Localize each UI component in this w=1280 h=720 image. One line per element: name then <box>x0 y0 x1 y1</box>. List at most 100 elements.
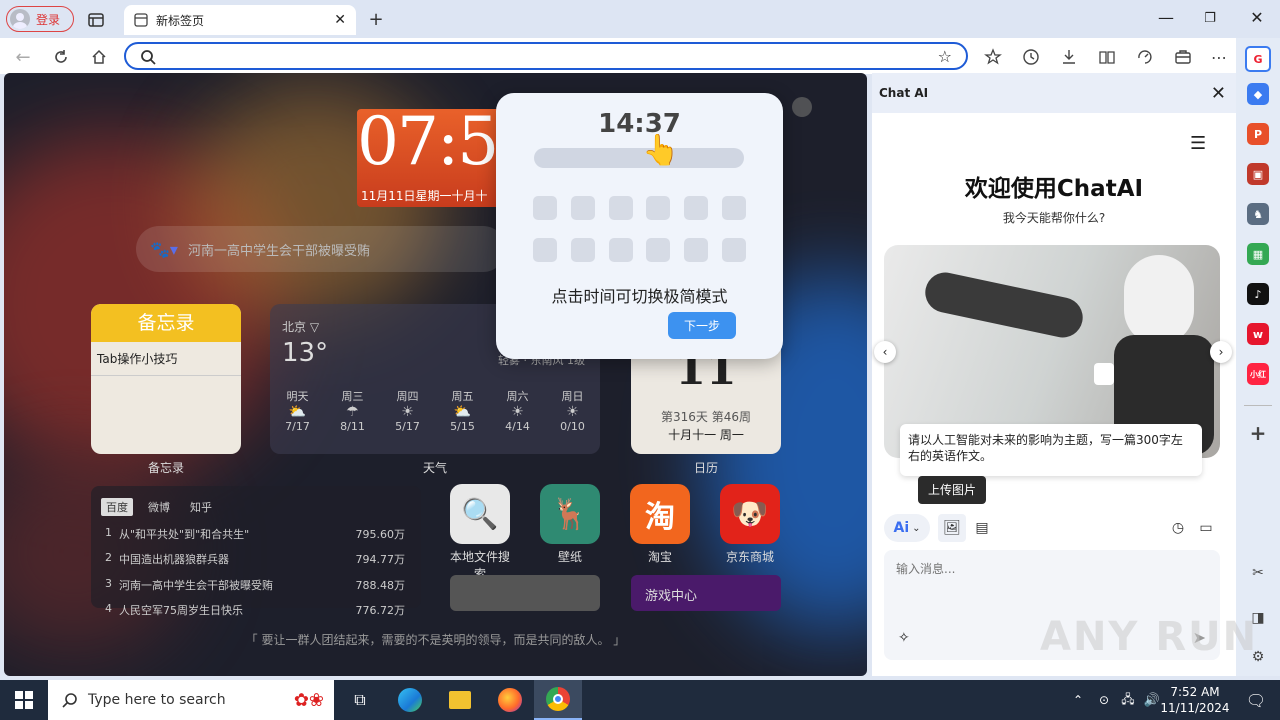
news-tab-baidu[interactable]: 百度 <box>101 498 133 516</box>
new-chat-icon[interactable]: ▭ <box>1194 514 1218 542</box>
new-tab-plus-icon[interactable]: + <box>366 9 386 30</box>
settings-toggle-icon[interactable] <box>792 97 812 117</box>
taskbar-search-box[interactable]: Type here to search ✿❀ <box>48 680 334 720</box>
favorites-icon[interactable] <box>982 46 1004 68</box>
apps-grid-icon[interactable]: ▦ <box>1247 243 1269 265</box>
powerpoint-icon[interactable]: P <box>1247 123 1269 145</box>
memo-widget[interactable]: 备忘录 Tab操作小技巧 <box>91 304 241 454</box>
home-search-box[interactable]: 🐾▾ 河南一高中学生会干部被曝受贿 <box>136 226 506 272</box>
back-icon[interactable]: ← <box>12 46 34 68</box>
chat-title: 欢迎使用ChatAI <box>964 176 1144 202</box>
message-input[interactable] <box>896 560 1196 610</box>
clock-widget[interactable]: 07:52 11月11日星期一十月十 <box>357 103 539 207</box>
address-input[interactable] <box>162 47 922 65</box>
right-sidebar: G ◆ P ▣ ♞ ▦ ♪ w 小红 + ✂ ◨ ⚙ <box>1236 38 1280 676</box>
placeholder-tile <box>571 196 595 220</box>
screenshot-icon[interactable]: ✂ <box>1247 562 1269 584</box>
toolbox-red-icon[interactable]: ▣ <box>1247 163 1269 185</box>
tiktok-icon[interactable]: ♪ <box>1247 283 1269 305</box>
performance-icon[interactable] <box>1134 46 1156 68</box>
document-icon[interactable]: ▤ <box>970 514 994 542</box>
app-wallpaper[interactable]: 🦌 壁纸 <box>540 484 600 565</box>
weibo-icon[interactable]: w <box>1247 323 1269 345</box>
profile-button[interactable]: 登录 <box>6 6 74 32</box>
home-search-text[interactable]: 河南一高中学生会干部被曝受贿 <box>188 240 370 259</box>
weather-city[interactable]: 北京 ▽ <box>282 318 319 335</box>
add-sidebar-item-icon[interactable]: + <box>1247 421 1269 445</box>
search-icon <box>62 693 77 708</box>
maximize-button[interactable]: ❐ <box>1190 11 1230 26</box>
weather-temp: 13° <box>282 338 329 368</box>
chrome-icon[interactable] <box>534 680 582 720</box>
memo-item[interactable]: Tab操作小技巧 <box>91 342 241 376</box>
placeholder-tile <box>609 238 633 262</box>
tab-actions-icon[interactable] <box>86 10 106 30</box>
news-tab-weibo[interactable]: 微博 <box>143 498 175 516</box>
thumbnail-image[interactable] <box>450 575 600 611</box>
model-select[interactable]: Ai ⌄ <box>884 514 930 542</box>
sun-icon: ☀ <box>401 404 414 420</box>
placeholder-tile <box>684 238 708 262</box>
watermark-text: ANY RUN <box>1040 614 1259 660</box>
windows-taskbar: Type here to search ✿❀ ⧉ ⌃ ⊙ 🖧 🔊 7:52 AM… <box>0 680 1280 720</box>
tray-chevron-up-icon[interactable]: ⌃ <box>1066 680 1090 720</box>
news-row[interactable]: 2 中国造出机器狼群兵器 794.77万 <box>105 551 405 567</box>
suggested-prompt[interactable]: 请以人工智能对未来的影响为主题，写一篇300字左右的英语作文。 <box>900 424 1202 476</box>
reload-icon[interactable] <box>50 46 72 68</box>
chat-close-icon[interactable]: ✕ <box>1211 83 1226 104</box>
network-icon[interactable]: 🖧 <box>1116 680 1140 720</box>
home-icon[interactable] <box>88 46 110 68</box>
chess-icon[interactable]: ♞ <box>1247 203 1269 225</box>
tray-app-icon[interactable]: ⊙ <box>1092 680 1116 720</box>
weather-label: 天气 <box>422 461 447 475</box>
shopping-tag-icon[interactable]: ◆ <box>1247 83 1269 105</box>
edge-icon[interactable] <box>386 680 434 720</box>
jd-dog-icon: 🐶 <box>720 484 780 544</box>
chat-menu-icon[interactable]: ☰ <box>1190 133 1206 154</box>
chat-subtitle: 我今天能帮你什么? <box>1002 211 1106 225</box>
news-row[interactable]: 1 从"和平共处"到"和合共生" 795.60万 <box>105 526 405 542</box>
windows-start-icon[interactable] <box>0 680 48 720</box>
chat-header: Chat AI <box>872 73 1236 113</box>
file-explorer-icon[interactable] <box>436 680 484 720</box>
notification-icon[interactable]: 🗨 <box>1234 680 1278 720</box>
news-tab-zhihu[interactable]: 知乎 <box>185 498 217 516</box>
game-center[interactable]: 游戏中心 <box>631 575 781 611</box>
address-bar[interactable]: ☆ <box>124 42 968 70</box>
system-clock[interactable]: 7:52 AM 11/11/2024 <box>1160 684 1230 716</box>
upload-image-icon[interactable]: 🖼 <box>938 514 966 542</box>
window-close-button[interactable]: ✕ <box>1237 8 1277 27</box>
placeholder-tile <box>646 238 670 262</box>
carousel-next-icon[interactable]: › <box>1210 341 1232 363</box>
magic-wand-icon[interactable]: ✧ <box>898 630 910 646</box>
forecast-day: 明天 ⛅ 7/17 <box>270 388 325 433</box>
chat-history-icon[interactable]: ◷ <box>1166 514 1190 542</box>
firefox-icon[interactable] <box>486 680 534 720</box>
tab-new-tab[interactable]: 新标签页 ✕ <box>124 5 356 35</box>
task-view-icon[interactable]: ⧉ <box>336 680 384 720</box>
sun-icon: ☀ <box>566 404 579 420</box>
carousel-prev-icon[interactable]: ‹ <box>874 341 896 363</box>
reading-view-icon[interactable] <box>1096 46 1118 68</box>
download-icon[interactable] <box>1058 46 1080 68</box>
app-label: 壁纸 <box>557 550 582 564</box>
tab-close-icon[interactable]: ✕ <box>334 12 346 28</box>
copilot-google-icon[interactable]: G <box>1245 46 1271 72</box>
search-icon <box>141 50 156 65</box>
baidu-paw-icon: 🐾▾ <box>150 239 178 259</box>
more-menu-icon[interactable]: ⋯ <box>1208 46 1230 68</box>
memo-header: 备忘录 <box>91 304 241 342</box>
news-row[interactable]: 4 人民空军75周岁生日快乐 776.72万 <box>105 602 405 618</box>
tab-title: 新标签页 <box>156 13 205 28</box>
app-taobao[interactable]: 淘 淘宝 <box>630 484 690 565</box>
bookmark-star-icon[interactable]: ☆ <box>938 47 952 66</box>
toolbox-icon[interactable] <box>1172 46 1194 68</box>
xiaohongshu-icon[interactable]: 小红 <box>1247 363 1269 385</box>
forecast-day: 周六 ☀ 4/14 <box>490 388 545 433</box>
next-step-button[interactable]: 下一步 <box>668 312 736 339</box>
news-row[interactable]: 3 河南一高中学生会干部被曝受贿 788.48万 <box>105 577 405 593</box>
app-jd[interactable]: 🐶 京东商城 <box>720 484 780 565</box>
minimize-button[interactable]: — <box>1146 8 1186 27</box>
history-icon[interactable] <box>1020 46 1042 68</box>
app-local-file-search[interactable]: 🔍 本地文件搜索 <box>450 484 510 582</box>
